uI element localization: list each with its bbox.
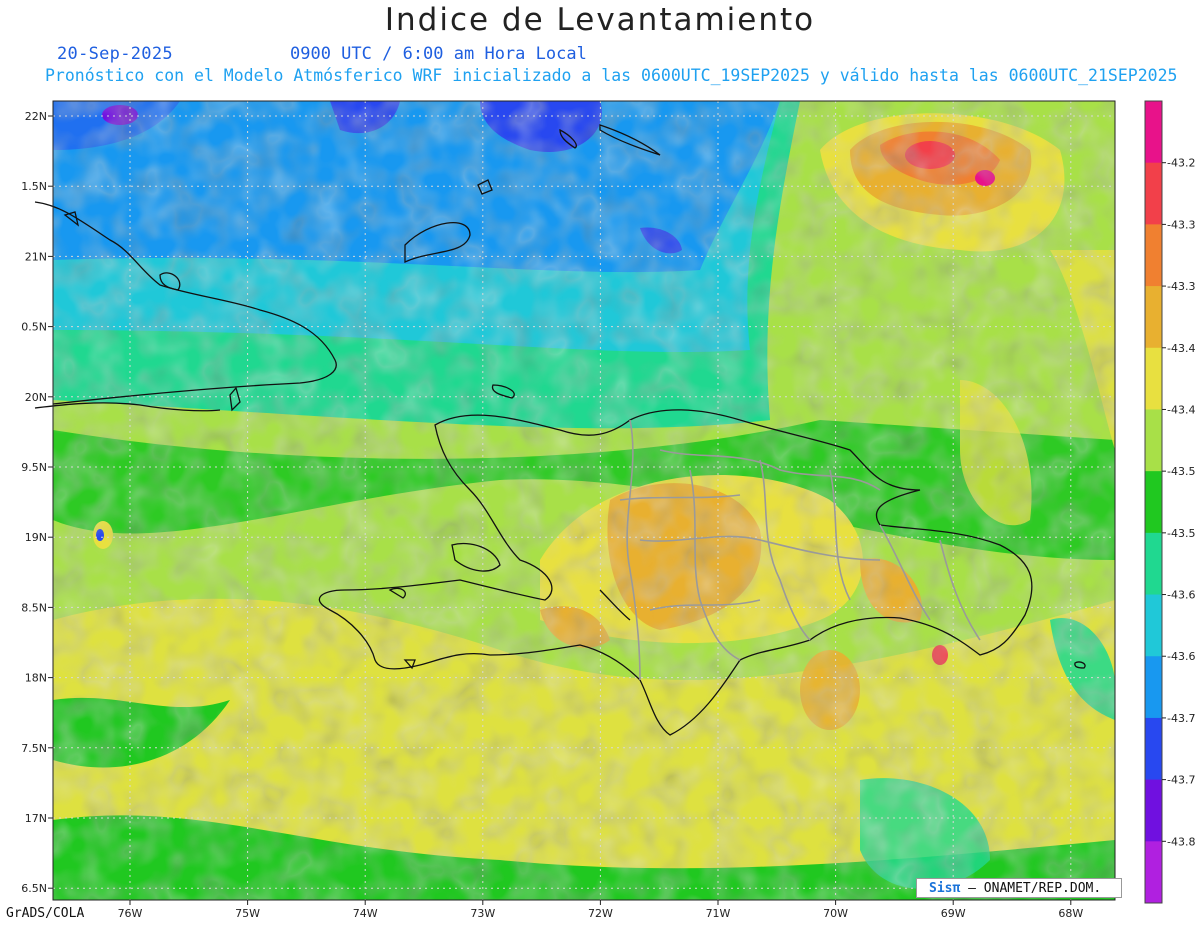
colorbar-segment <box>1145 409 1162 472</box>
lat-label: 18N <box>25 672 47 685</box>
colorbar-label: -43.6 <box>1167 589 1195 602</box>
colorbar-label: -43.2 <box>1167 157 1195 170</box>
lon-label: 75W <box>235 907 260 920</box>
lat-label: 21N <box>25 250 47 263</box>
lon-label: 71W <box>706 907 731 920</box>
colorbar-label: -43.8 <box>1167 835 1195 848</box>
colorbar-segment <box>1145 532 1162 596</box>
colorbar-segment <box>1145 656 1162 719</box>
colorbar-segment <box>1145 471 1162 534</box>
map-title: Indice de Levantamiento <box>384 2 816 38</box>
field-shading <box>53 101 1115 900</box>
colorbar-label: -43.4 <box>1167 403 1195 416</box>
colorbar-segment <box>1145 594 1162 657</box>
grads-credit: GrADS/COLA <box>6 906 85 921</box>
lon-label: 76W <box>118 907 143 920</box>
colorbar-segment <box>1145 101 1162 164</box>
lat-label: 1.5N <box>21 180 47 193</box>
lat-label: 8.5N <box>21 601 47 614</box>
time-label: 0900 UTC / 6:00 am Hora Local <box>290 44 587 64</box>
colorbar-label: -43.7 <box>1167 712 1195 725</box>
colorbar-label: -43.3 <box>1167 218 1195 231</box>
lat-label: 9.5N <box>21 461 47 474</box>
lat-label: 6.5N <box>21 882 47 895</box>
lat-label: 20N <box>25 391 47 404</box>
colorbar-label: -43.6 <box>1167 650 1195 663</box>
lon-label: 68W <box>1058 907 1083 920</box>
latitude-labels: 22N 1.5N 21N 0.5N 20N 9.5N 19N 8.5N 18N 7.5N 17N 6.… <box>21 110 53 895</box>
sis-logo: Sisπ <box>929 881 961 896</box>
longitude-labels: 76W 75W 74W 73W 72W 71W 70W 69W 68W <box>118 900 1083 920</box>
onamet-credit-text: – ONAMET/REP.DOM. <box>968 881 1102 896</box>
lon-label: 74W <box>353 907 378 920</box>
lat-label: 7.5N <box>21 742 47 755</box>
lat-label: 19N <box>25 531 47 544</box>
colorbar-segment <box>1145 841 1162 904</box>
colorbar-label: -43.7 <box>1167 774 1195 787</box>
colorbar-label: -43.5 <box>1167 527 1195 540</box>
colorbar-segment <box>1145 347 1162 410</box>
colorbar-segment <box>1145 779 1162 842</box>
colorbar-segment <box>1145 286 1162 349</box>
colorbar-segment <box>1145 224 1162 287</box>
colorbar-segment <box>1145 162 1162 225</box>
onamet-credit-box: Sisπ – ONAMET/REP.DOM. <box>916 878 1122 898</box>
lat-label: 17N <box>25 812 47 825</box>
lifted-index-map: 22N 1.5N 21N 0.5N 20N 9.5N 19N 8.5N 18N 7.5N 17N 6.… <box>21 100 1195 920</box>
colorbar-segment <box>1145 717 1162 781</box>
colorbar-label: -43.5 <box>1167 465 1195 478</box>
colorbar: -43.2 -43.3 -43.3 -43.4 -43.4 -43.5 -43.5 -43.6… <box>1144 100 1195 904</box>
colorbar-label: -43.4 <box>1167 342 1195 355</box>
lon-label: 72W <box>588 907 613 920</box>
lon-label: 69W <box>941 907 966 920</box>
colorbar-label: -43.3 <box>1167 280 1195 293</box>
forecast-description: Pronóstico con el Modelo Atmósferico WRF… <box>45 66 1178 85</box>
lat-label: 22N <box>25 110 47 123</box>
lat-label: 0.5N <box>21 321 47 334</box>
lon-label: 70W <box>823 907 848 920</box>
date-label: 20-Sep-2025 <box>57 44 173 64</box>
lon-label: 73W <box>470 907 495 920</box>
